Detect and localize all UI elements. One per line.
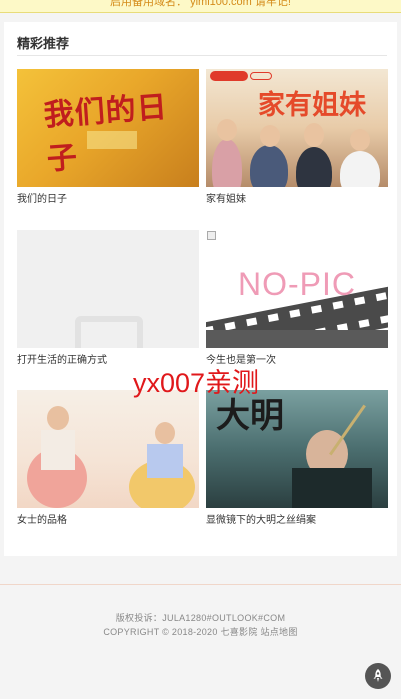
rocket-icon bbox=[373, 669, 383, 682]
movie-poster-nopic[interactable]: NO-PIC bbox=[206, 230, 388, 348]
movie-card[interactable]: 家有姐妹 家有姐妹 bbox=[206, 69, 388, 205]
section-title: 精彩推荐 bbox=[17, 36, 70, 51]
movie-card[interactable]: 大明 显微镜下的大明之丝绢案 bbox=[206, 390, 388, 526]
movie-title[interactable]: 家有姐妹 bbox=[206, 194, 246, 206]
tv-logo-icon bbox=[210, 71, 248, 81]
movie-card[interactable]: 我们的日子 我们的日子 bbox=[17, 69, 199, 205]
placeholder-image-icon bbox=[75, 316, 143, 348]
footer-divider bbox=[0, 584, 401, 585]
movie-poster-placeholder[interactable] bbox=[17, 230, 199, 348]
footer: 版权投诉：JULA1280#OUTLOOK#COM COPYRIGHT © 20… bbox=[0, 611, 401, 639]
poster-title-art: 我们的日子 bbox=[42, 89, 169, 178]
back-to-top-button[interactable] bbox=[365, 663, 391, 689]
copyright-complaint: 版权投诉：JULA1280#OUTLOOK#COM bbox=[115, 613, 286, 623]
watermark-text: yx007亲测 bbox=[133, 368, 260, 398]
movie-title[interactable]: 显微镜下的大明之丝绢案 bbox=[206, 515, 316, 527]
movie-poster[interactable]: 家有姐妹 bbox=[206, 69, 388, 187]
section-header: 精彩推荐 bbox=[17, 36, 387, 56]
movie-poster[interactable]: 大明 bbox=[206, 390, 388, 508]
copyright-line[interactable]: COPYRIGHT © 2018-2020 七喜影院 站点地图 bbox=[0, 625, 401, 639]
broken-image-icon bbox=[207, 231, 216, 240]
notice-text: 启用备用域名： yimi100.com 请牢记! bbox=[110, 0, 291, 8]
movie-poster[interactable]: 我们的日子 bbox=[17, 69, 199, 187]
notice-bar: 启用备用域名： yimi100.com 请牢记! bbox=[0, 0, 401, 13]
recommend-panel: 精彩推荐 我们的日子 我们的日子 家有姐妹 家有姐妹 打开生活的正确方式 NO-… bbox=[4, 22, 397, 556]
tv-logo-icon bbox=[250, 72, 272, 80]
nopic-text: NO-PIC bbox=[238, 266, 356, 302]
movie-title[interactable]: 我们的日子 bbox=[17, 194, 67, 206]
movie-title[interactable]: 女士的品格 bbox=[17, 515, 67, 527]
movie-card[interactable]: NO-PIC 今生也是第一次 bbox=[206, 230, 388, 366]
movie-card[interactable]: 打开生活的正确方式 bbox=[17, 230, 199, 366]
poster-title-art: 家有姐妹 bbox=[258, 90, 366, 121]
movie-card[interactable]: 女士的品格 bbox=[17, 390, 199, 526]
movie-title[interactable]: 打开生活的正确方式 bbox=[17, 355, 107, 367]
movie-poster[interactable] bbox=[17, 390, 199, 508]
